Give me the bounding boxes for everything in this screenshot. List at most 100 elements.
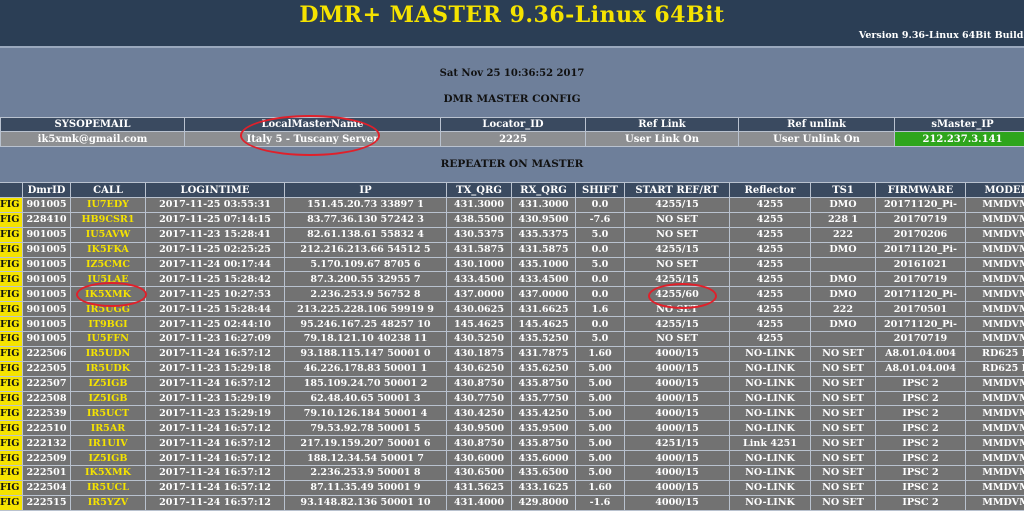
table-cell: NO SET: [624, 226, 730, 243]
table-cell: 4000/15: [624, 420, 730, 437]
table-cell: IPSC 2: [875, 450, 966, 467]
config-col-header: Ref Link: [585, 117, 739, 132]
config-link-cell[interactable]: FIG: [0, 331, 23, 347]
config-link-cell[interactable]: FIG: [0, 301, 23, 318]
table-cell: MMDVM: [965, 331, 1024, 347]
header-bar: DMR+ MASTER 9.36-Linux 64Bit Version 9.3…: [0, 0, 1024, 46]
table-cell: 429.8000: [511, 494, 576, 511]
table-cell: 5.170.109.67 8705 6: [284, 256, 447, 273]
table-cell: 4255/15: [624, 271, 730, 288]
table-cell: 79.18.121.10 40238 11: [284, 331, 447, 347]
config-link-cell[interactable]: FIG: [0, 256, 23, 273]
table-cell: 5.00: [575, 465, 625, 481]
server-datetime: Sat Nov 25 10:36:52 2017: [439, 68, 585, 79]
table-cell: 901005: [22, 331, 71, 347]
table-cell: 4000/15: [624, 390, 730, 407]
table-cell: 151.45.20.73 33897 1: [284, 197, 447, 213]
table-cell: 435.9500: [511, 420, 576, 437]
table-cell: 430.6250: [446, 360, 512, 377]
table-cell: 435.8750: [511, 435, 576, 452]
config-link-cell[interactable]: FIG: [0, 390, 23, 407]
table-cell: 4255: [729, 331, 811, 347]
table-cell: IPSC 2: [875, 375, 966, 392]
table-cell: 212.216.213.66 54512 5: [284, 241, 447, 258]
table-cell: 0.0: [575, 241, 625, 258]
table-cell: 2017-11-24 16:57:12: [145, 375, 285, 392]
config-link-cell[interactable]: FIG: [0, 465, 23, 481]
table-cell: 435.5375: [511, 226, 576, 243]
config-link-cell[interactable]: FIG: [0, 435, 23, 452]
table-cell: MMDVM: [965, 226, 1024, 243]
table-row: FIG 222508 IZ5IGB 2017-11-23 15:29:19 62.48.…: [0, 390, 1024, 407]
table-cell: 430.8750: [446, 435, 512, 452]
table-cell: 4000/15: [624, 465, 730, 481]
table-cell: 4255: [729, 197, 811, 213]
table-cell: 2017-11-23 15:28:41: [145, 226, 285, 243]
callsign-cell: IZ5IGB: [70, 390, 146, 407]
table-cell: DMO: [810, 316, 876, 333]
config-link-cell[interactable]: FIG: [0, 345, 23, 362]
table-cell: 5.00: [575, 420, 625, 437]
config-link-cell[interactable]: FIG: [0, 211, 23, 228]
table-cell: 435.8750: [511, 375, 576, 392]
table-cell: 222507: [22, 375, 71, 392]
table-cell: 5.00: [575, 390, 625, 407]
config-col-header: LocalMasterName: [184, 117, 441, 132]
config-link-cell[interactable]: FIG: [0, 286, 23, 303]
table-cell: 2017-11-24 16:57:12: [145, 345, 285, 362]
table-row: FIG 901005 IT9BGI 2017-11-25 02:44:10 95.246…: [0, 316, 1024, 333]
config-value: User Unlink On: [738, 131, 895, 147]
table-cell: 4000/15: [624, 450, 730, 467]
table-row: FIG 222507 IZ5IGB 2017-11-24 16:57:12 185.10…: [0, 375, 1024, 392]
table-cell: 62.48.40.65 50001 3: [284, 390, 447, 407]
config-link-cell[interactable]: FIG: [0, 197, 23, 213]
config-value: 212.237.3.141: [894, 131, 1024, 147]
table-cell: MMDVM: [965, 405, 1024, 422]
table-cell: NO-LINK: [729, 375, 811, 392]
table-cell: MMDVM: [965, 390, 1024, 407]
table-cell: 5.00: [575, 435, 625, 452]
table-cell: 433.1625: [511, 479, 576, 496]
callsign-cell: IU5AVW: [70, 226, 146, 243]
table-cell: 5.00: [575, 375, 625, 392]
config-link-cell[interactable]: FIG: [0, 316, 23, 333]
table-cell: 5.00: [575, 405, 625, 422]
config-link-cell[interactable]: FIG: [0, 450, 23, 467]
table-row: FIG 901005 IZ5CMC 2017-11-24 00:17:44 5.170.…: [0, 256, 1024, 273]
table-cell: 2017-11-25 02:25:25: [145, 241, 285, 258]
table-cell: [810, 256, 876, 273]
config-value: User Link On: [585, 131, 739, 147]
config-link-cell[interactable]: FIG: [0, 241, 23, 258]
table-cell: NO SET: [810, 345, 876, 362]
table-cell: 431.5875: [446, 241, 512, 258]
repeater-col-header: TS1: [810, 182, 876, 198]
config-col-header: Ref unlink: [738, 117, 895, 132]
table-cell: IPSC 2: [875, 420, 966, 437]
config-link-cell[interactable]: FIG: [0, 405, 23, 422]
table-row: FIG 901005 IU5LAE 2017-11-25 15:28:42 87.3.2…: [0, 271, 1024, 288]
table-cell: Link 4251: [729, 435, 811, 452]
config-link-cell[interactable]: FIG: [0, 420, 23, 437]
table-cell: 20170719: [875, 211, 966, 228]
table-cell: 4255: [729, 256, 811, 273]
table-cell: 2017-11-24 16:57:12: [145, 450, 285, 467]
table-cell: 901005: [22, 301, 71, 318]
repeater-section-title: REPEATER ON MASTER: [440, 158, 584, 170]
repeater-col-header: TX_QRG: [446, 182, 512, 198]
config-link-cell[interactable]: FIG: [0, 375, 23, 392]
table-cell: 4000/15: [624, 494, 730, 511]
table-cell: NO SET: [810, 390, 876, 407]
callsign-cell: IR5UGG: [70, 301, 146, 318]
table-cell: NO-LINK: [729, 479, 811, 496]
table-cell: 430.6500: [446, 465, 512, 481]
callsign-cell: IR5AR: [70, 420, 146, 437]
table-cell: 222508: [22, 390, 71, 407]
config-link-cell[interactable]: FIG: [0, 479, 23, 496]
config-link-cell[interactable]: FIG: [0, 226, 23, 243]
table-cell: 222: [810, 226, 876, 243]
config-link-cell[interactable]: FIG: [0, 494, 23, 511]
config-link-cell[interactable]: FIG: [0, 271, 23, 288]
table-cell: 2017-11-24 16:57:12: [145, 479, 285, 496]
config-link-cell[interactable]: FIG: [0, 360, 23, 377]
table-cell: 2017-11-25 15:28:44: [145, 301, 285, 318]
